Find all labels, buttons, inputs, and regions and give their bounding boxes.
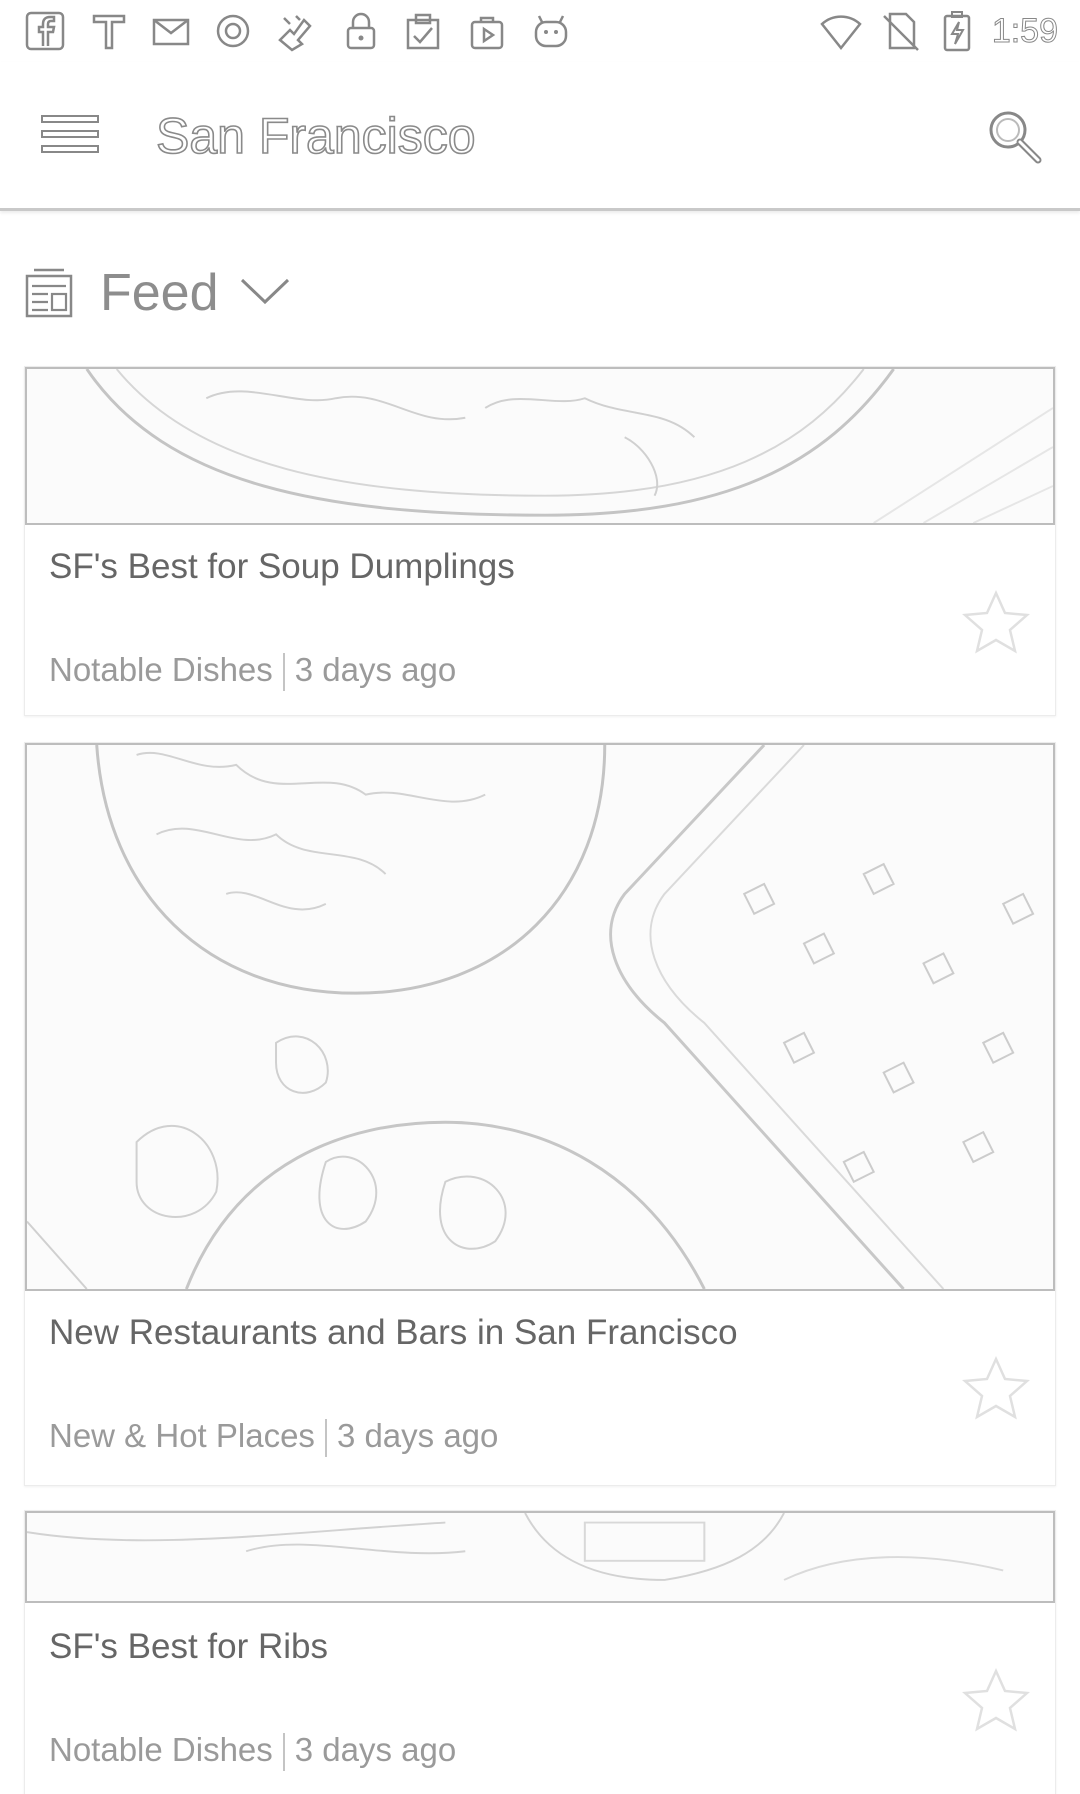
no-sim-icon xyxy=(880,10,922,52)
feed-card[interactable]: SF's Best for Soup Dumplings Notable Dis… xyxy=(24,366,1056,716)
t-app-icon xyxy=(88,10,130,52)
newspaper-icon xyxy=(24,266,74,320)
card-time: 3 days ago xyxy=(336,1417,499,1454)
card-image xyxy=(25,743,1055,1291)
puzzle-icon xyxy=(274,10,316,52)
card-image xyxy=(25,367,1055,525)
feed-card[interactable]: New Restaurants and Bars in San Francisc… xyxy=(24,742,1056,1486)
card-time: 3 days ago xyxy=(294,1731,457,1768)
card-title[interactable]: SF's Best for Soup Dumplings xyxy=(49,547,515,587)
feed-label: Feed xyxy=(100,264,219,322)
mail-icon xyxy=(150,10,192,52)
clipboard-check-icon xyxy=(402,10,444,52)
card-category: Notable Dishes xyxy=(49,1731,273,1768)
app-screen: 1:59 San Francisco Feed SF's Best for So… xyxy=(0,0,1080,1794)
hamburger-menu-icon[interactable] xyxy=(40,112,102,158)
circle-app-icon xyxy=(212,10,254,52)
card-meta: Notable Dishes 3 days ago xyxy=(49,651,457,692)
star-icon[interactable] xyxy=(961,1355,1031,1421)
card-title[interactable]: New Restaurants and Bars in San Francisc… xyxy=(49,1313,738,1353)
lock-icon xyxy=(340,10,382,52)
meta-divider xyxy=(282,653,285,692)
facebook-icon xyxy=(24,10,66,52)
card-time: 3 days ago xyxy=(294,651,457,688)
page-title: San Francisco xyxy=(155,107,476,165)
card-title[interactable]: SF's Best for Ribs xyxy=(49,1627,328,1667)
wifi-icon xyxy=(820,10,862,52)
card-image xyxy=(25,1511,1055,1603)
app-bar: San Francisco xyxy=(0,62,1080,211)
card-meta: New & Hot Places 3 days ago xyxy=(49,1417,499,1458)
card-category: New & Hot Places xyxy=(49,1417,315,1454)
status-bar: 1:59 xyxy=(0,0,1080,62)
meta-divider xyxy=(282,1733,285,1772)
meta-divider xyxy=(324,1419,327,1458)
battery-charging-icon xyxy=(936,10,978,52)
chevron-down-icon[interactable] xyxy=(238,272,292,312)
star-icon[interactable] xyxy=(961,1667,1031,1733)
search-icon[interactable] xyxy=(984,106,1044,166)
play-store-icon xyxy=(466,10,508,52)
status-bar-clock: 1:59 xyxy=(991,12,1058,51)
feed-card[interactable]: SF's Best for Ribs Notable Dishes 3 days … xyxy=(24,1510,1056,1794)
card-category: Notable Dishes xyxy=(49,651,273,688)
star-icon[interactable] xyxy=(961,589,1031,655)
card-meta: Notable Dishes 3 days ago xyxy=(49,1731,457,1772)
android-icon xyxy=(530,10,572,52)
